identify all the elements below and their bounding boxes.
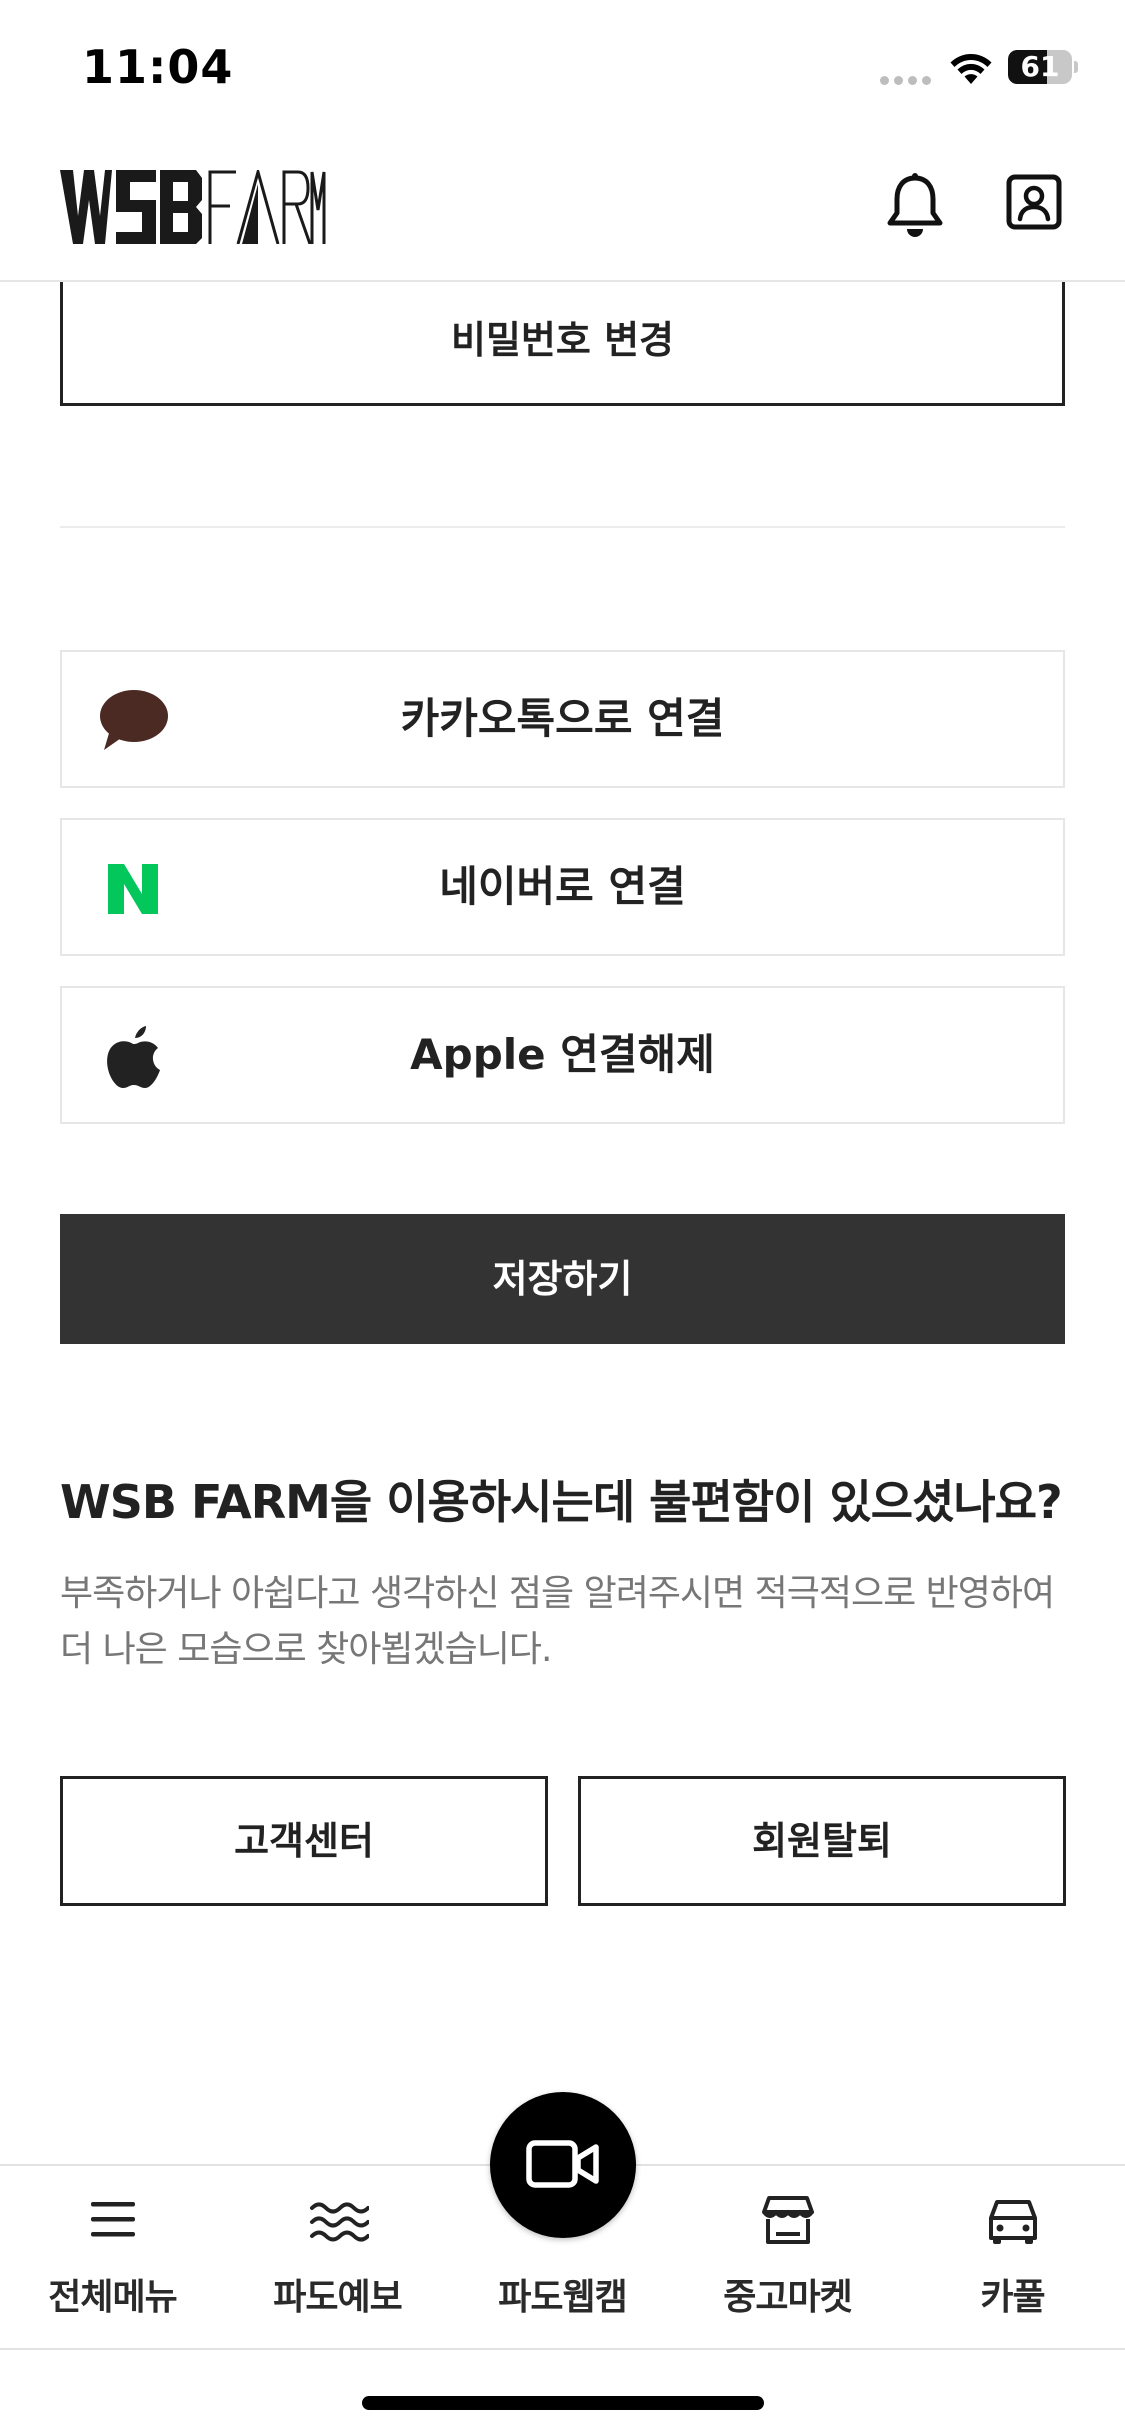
kakao-connect-label: 카카오톡으로 연결: [400, 694, 725, 743]
car-icon: [989, 2200, 1037, 2244]
video-camera-icon: [526, 2140, 599, 2188]
wsb-farm-logo[interactable]: [60, 170, 326, 244]
nav-label-all-menu: 전체메뉴: [48, 2277, 177, 2318]
feedback-description: 부족하거나 아쉽다고 생각하신 점을 알려주시면 적극적으로 반영하여 더 나은…: [60, 1573, 1055, 1670]
menu-icon: [91, 2202, 135, 2237]
status-bar: 11:04 61: [0, 0, 1125, 140]
kakao-connect-button[interactable]: 카카오톡으로 연결: [60, 650, 1065, 788]
naver-connect-button[interactable]: 네이버로 연결: [60, 818, 1065, 956]
save-button[interactable]: 저장하기: [60, 1214, 1065, 1344]
nav-item-all-menu[interactable]: 전체메뉴: [0, 2166, 225, 2348]
feedback-title: WSB FARM을 이용하시는데 불편함이 있으셨나요?: [60, 1475, 1063, 1529]
withdraw-membership-button[interactable]: 회원탈퇴: [578, 1776, 1066, 1906]
profile-icon[interactable]: [1006, 174, 1062, 230]
nav-label-used-market: 중고마켓: [723, 2277, 852, 2318]
apple-disconnect-button[interactable]: Apple 연결해제: [60, 986, 1065, 1124]
wifi-icon: [950, 54, 992, 84]
bottom-navigation: 전체메뉴 파도예보 파도웹캠 중고마켓 카풀: [0, 2092, 1125, 2350]
change-password-button[interactable]: 비밀번호 변경: [60, 282, 1065, 406]
status-time: 11:04: [82, 40, 234, 94]
naver-connect-label: 네이버로 연결: [439, 862, 686, 911]
bell-icon[interactable]: [884, 173, 946, 239]
app-header: [0, 140, 1125, 282]
nav-item-used-market[interactable]: 중고마켓: [675, 2166, 900, 2348]
apple-disconnect-label: Apple 연결해제: [410, 1030, 715, 1079]
battery-indicator: 61: [1008, 50, 1078, 86]
webcam-fab-button[interactable]: [490, 2092, 636, 2238]
nav-item-wave-forecast[interactable]: 파도예보: [225, 2166, 450, 2348]
nav-item-carpool[interactable]: 카풀: [900, 2166, 1125, 2348]
waves-icon: [310, 2202, 369, 2242]
cellular-signal-icon: [880, 76, 936, 86]
customer-center-button[interactable]: 고객센터: [60, 1776, 548, 1906]
nav-label-carpool: 카풀: [980, 2277, 1045, 2318]
section-divider: [60, 526, 1065, 528]
battery-level: 61: [1020, 50, 1060, 83]
nav-label-wave-webcam: 파도웹캠: [498, 2277, 627, 2318]
nav-label-wave-forecast: 파도예보: [273, 2277, 402, 2318]
home-indicator: [362, 2396, 764, 2410]
store-icon: [762, 2196, 814, 2244]
